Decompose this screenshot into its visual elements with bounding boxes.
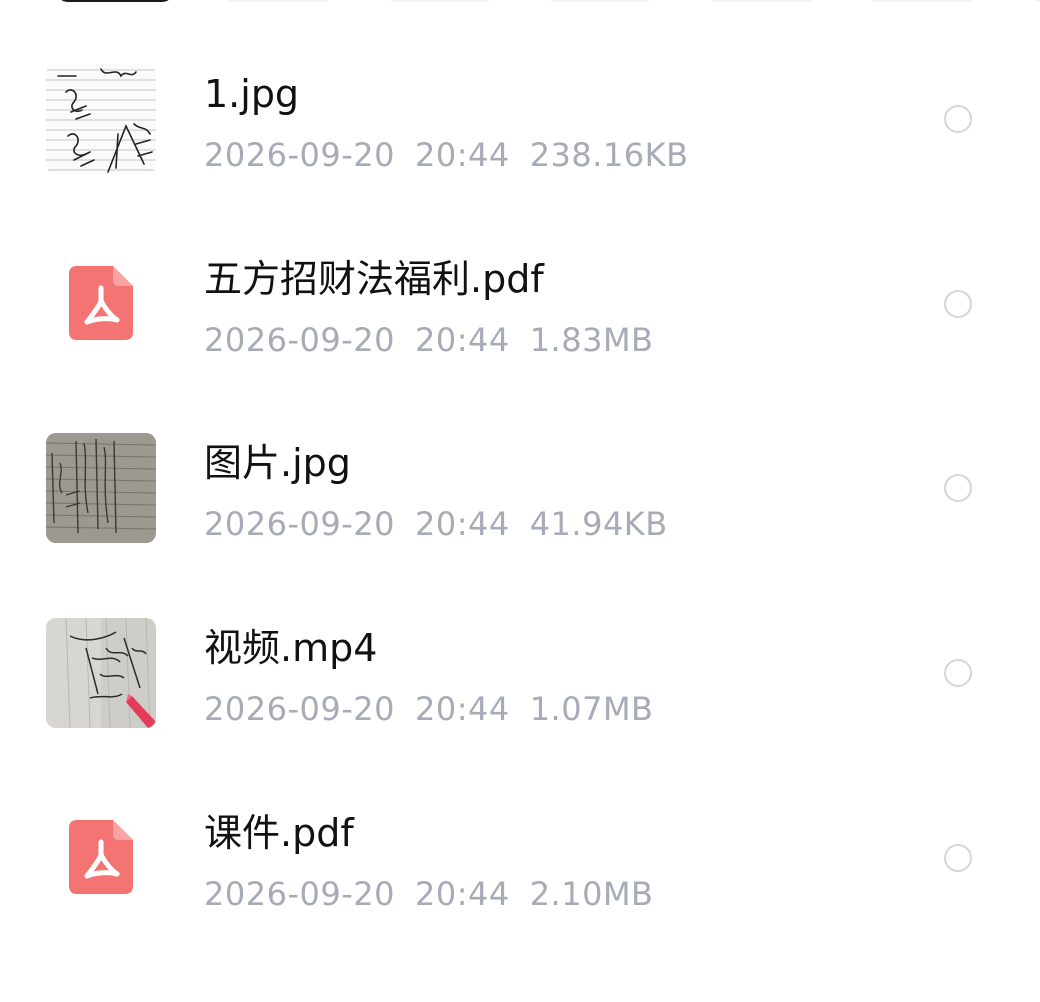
file-time: 20:44 bbox=[414, 505, 510, 543]
file-time: 20:44 bbox=[414, 321, 510, 359]
file-name: 1.jpg bbox=[204, 72, 300, 116]
pdf-icon bbox=[69, 820, 133, 894]
file-date: 2026-09-20 bbox=[204, 136, 395, 174]
file-row[interactable]: 课件.pdf 2026-09-20 20:44 2.10MB bbox=[0, 803, 1040, 988]
file-list: 1.jpg 2026-09-20 20:44 238.16KB 五方招财法福利.pd… bbox=[0, 0, 1040, 1002]
select-radio[interactable] bbox=[944, 474, 972, 502]
select-radio[interactable] bbox=[944, 105, 972, 133]
file-name: 视频.mp4 bbox=[204, 626, 378, 670]
file-size: 2.10MB bbox=[529, 875, 654, 913]
file-row[interactable]: 视频.mp4 2026-09-20 20:44 1.07MB bbox=[0, 618, 1040, 803]
file-size: 1.83MB bbox=[529, 321, 654, 359]
file-date: 2026-09-20 bbox=[204, 321, 395, 359]
file-meta: 2026-09-20 20:44 2.10MB bbox=[204, 874, 654, 914]
select-radio[interactable] bbox=[944, 290, 972, 318]
select-radio[interactable] bbox=[944, 659, 972, 687]
file-name: 图片.jpg bbox=[204, 441, 351, 485]
pdf-icon bbox=[69, 266, 133, 340]
file-meta: 2026-09-20 20:44 41.94KB bbox=[204, 504, 668, 544]
file-date: 2026-09-20 bbox=[204, 875, 395, 913]
file-size: 238.16KB bbox=[529, 136, 689, 174]
file-meta: 2026-09-20 20:44 1.07MB bbox=[204, 689, 654, 729]
file-time: 20:44 bbox=[414, 136, 510, 174]
video-thumbnail bbox=[46, 618, 156, 728]
file-time: 20:44 bbox=[414, 875, 510, 913]
select-radio[interactable] bbox=[944, 844, 972, 872]
image-thumbnail bbox=[46, 433, 156, 543]
file-meta: 2026-09-20 20:44 238.16KB bbox=[204, 135, 689, 175]
file-row[interactable]: 五方招财法福利.pdf 2026-09-20 20:44 1.83MB bbox=[0, 249, 1040, 434]
file-date: 2026-09-20 bbox=[204, 505, 395, 543]
file-meta: 2026-09-20 20:44 1.83MB bbox=[204, 320, 654, 360]
file-size: 1.07MB bbox=[529, 690, 654, 728]
image-thumbnail bbox=[46, 64, 156, 174]
file-date: 2026-09-20 bbox=[204, 690, 395, 728]
file-time: 20:44 bbox=[414, 690, 510, 728]
file-name: 五方招财法福利.pdf bbox=[204, 257, 544, 301]
file-row[interactable]: 图片.jpg 2026-09-20 20:44 41.94KB bbox=[0, 433, 1040, 618]
file-row[interactable]: 1.jpg 2026-09-20 20:44 238.16KB bbox=[0, 64, 1040, 249]
file-size: 41.94KB bbox=[529, 505, 668, 543]
file-name: 课件.pdf bbox=[204, 811, 354, 855]
